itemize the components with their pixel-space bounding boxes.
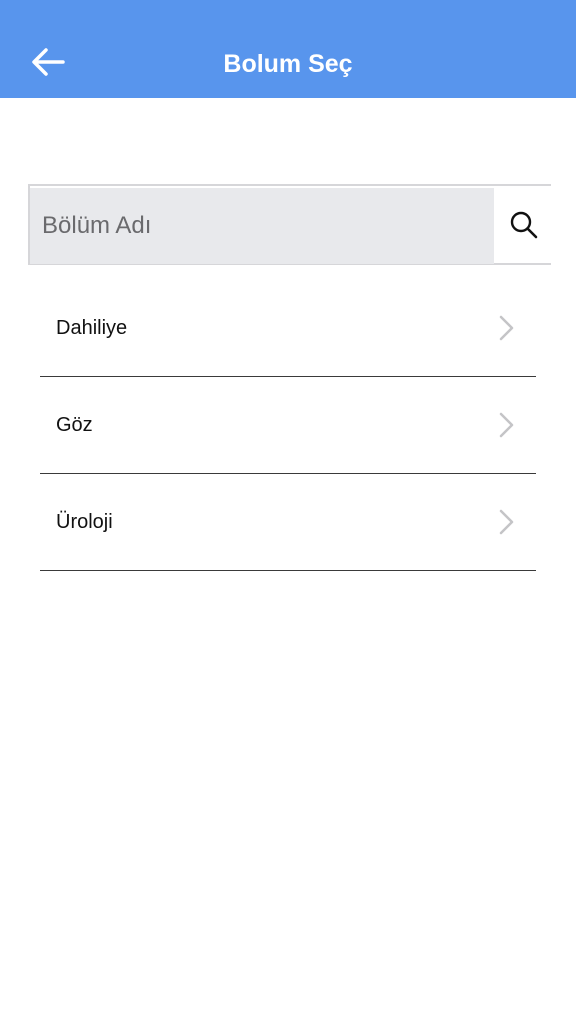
chevron-right-icon: [499, 412, 514, 438]
arrow-left-icon: [32, 48, 65, 76]
department-label: Üroloji: [56, 511, 113, 533]
search-bar: [28, 184, 551, 265]
page-title: Bolum Seç: [223, 50, 353, 78]
department-item-uroloji[interactable]: Üroloji: [40, 474, 536, 571]
department-item-goz[interactable]: Göz: [40, 377, 536, 474]
search-icon: [510, 211, 537, 238]
search-input[interactable]: [30, 188, 494, 264]
department-label: Göz: [56, 414, 93, 436]
department-list: Dahiliye Göz Üroloji: [40, 280, 536, 571]
back-button[interactable]: [22, 38, 74, 86]
department-label: Dahiliye: [56, 317, 128, 339]
chevron-right-icon: [499, 315, 514, 341]
department-item-dahiliye[interactable]: Dahiliye: [40, 280, 536, 377]
chevron-right-icon: [499, 509, 514, 535]
search-button[interactable]: [496, 186, 551, 263]
app-header: Bolum Seç: [0, 0, 576, 98]
